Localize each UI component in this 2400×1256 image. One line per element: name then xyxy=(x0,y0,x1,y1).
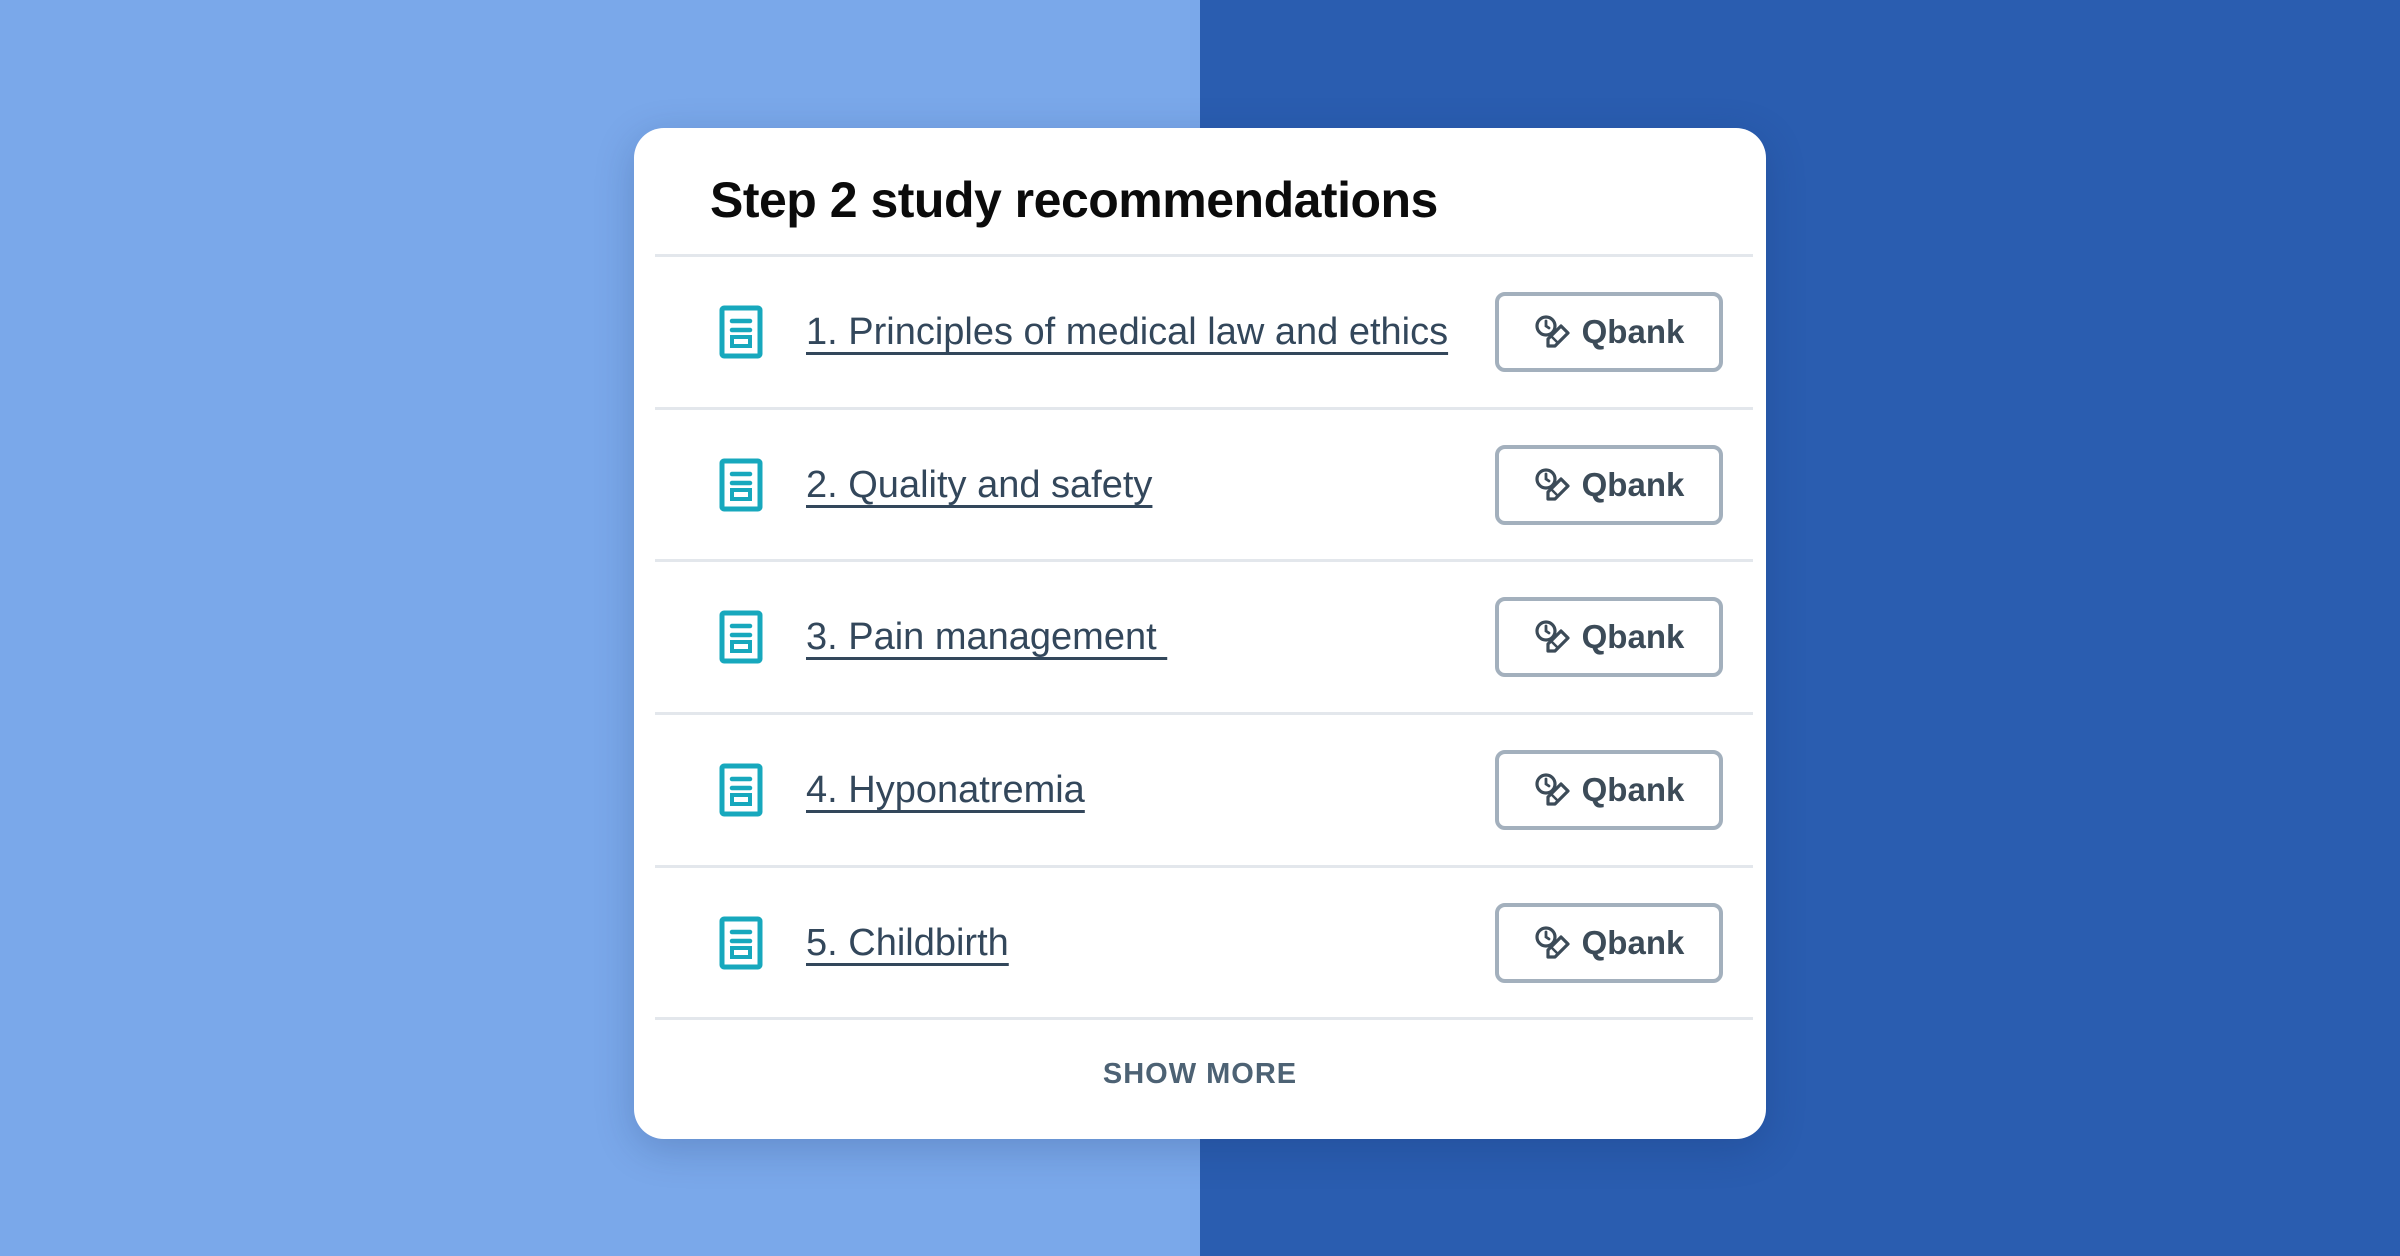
qbank-label: Qbank xyxy=(1581,618,1685,655)
qbank-label: Qbank xyxy=(1581,924,1685,961)
document-icon xyxy=(719,458,763,512)
recommendation-link[interactable]: 1. Principles of medical law and ethics xyxy=(806,311,1448,354)
clock-pencil-icon xyxy=(1535,468,1570,501)
recommendation-row: 5. Childbirth Qbank xyxy=(655,868,1753,1018)
qbank-label: Qbank xyxy=(1581,771,1685,808)
document-icon xyxy=(719,763,763,817)
recommendation-link[interactable]: 2. Quality and safety xyxy=(806,464,1152,507)
qbank-label: Qbank xyxy=(1581,466,1685,503)
recommendation-row: 1. Principles of medical law and ethics … xyxy=(655,257,1753,407)
recommendation-link[interactable]: 4. Hyponatremia xyxy=(806,769,1085,812)
qbank-label: Qbank xyxy=(1581,313,1685,350)
qbank-button[interactable]: Qbank xyxy=(1495,445,1723,525)
recommendation-row: 2. Quality and safety Qbank xyxy=(655,410,1753,560)
clock-pencil-icon xyxy=(1535,926,1570,959)
qbank-button[interactable]: Qbank xyxy=(1495,597,1723,677)
recommendation-link[interactable]: 5. Childbirth xyxy=(806,922,1009,965)
document-icon xyxy=(719,916,763,970)
card-title: Step 2 study recommendations xyxy=(710,172,1438,228)
document-icon xyxy=(719,610,763,664)
qbank-button[interactable]: Qbank xyxy=(1495,292,1723,372)
recommendation-link[interactable]: 3. Pain management xyxy=(806,616,1167,659)
qbank-button[interactable]: Qbank xyxy=(1495,750,1723,830)
clock-pencil-icon xyxy=(1535,315,1570,348)
show-more-button[interactable]: SHOW MORE xyxy=(634,1058,1766,1091)
document-icon xyxy=(719,305,763,359)
recommendation-row: 4. Hyponatremia Qbank xyxy=(655,715,1753,865)
clock-pencil-icon xyxy=(1535,773,1570,806)
qbank-button[interactable]: Qbank xyxy=(1495,903,1723,983)
recommendation-row: 3. Pain management Qbank xyxy=(655,562,1753,712)
divider xyxy=(655,1017,1753,1020)
study-recommendations-card: Step 2 study recommendations 1. Principl… xyxy=(634,128,1766,1139)
clock-pencil-icon xyxy=(1535,620,1570,653)
